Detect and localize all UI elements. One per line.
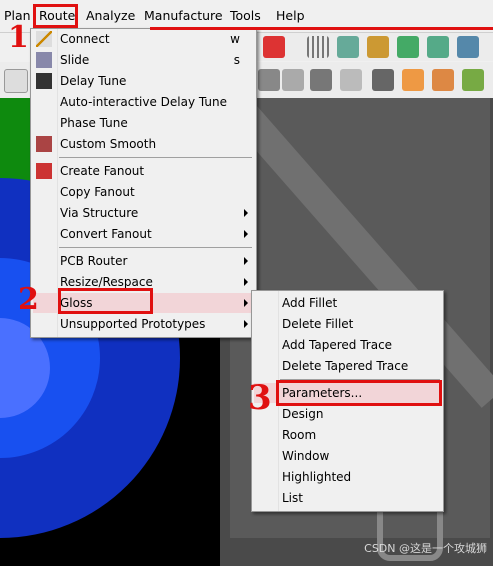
route-tool-icon[interactable] <box>258 69 280 91</box>
menu-item-convert-fanout[interactable]: Convert Fanout <box>33 224 254 244</box>
menu-item-delay-tune[interactable]: Delay Tune <box>33 71 254 91</box>
submenu-item-highlighted[interactable]: Highlighted <box>254 467 441 487</box>
submenu-arrow-icon <box>244 320 248 328</box>
grid-icon[interactable] <box>307 36 329 58</box>
annotation-box-route <box>33 4 78 28</box>
menu-item-phase-tune[interactable]: Phase Tune <box>33 113 254 133</box>
step-number-3: 3 <box>248 378 272 418</box>
submenu-item-add-fillet[interactable]: Add Fillet <box>254 293 441 313</box>
menu-manufacture[interactable]: Manufacture <box>140 8 227 24</box>
custom-smooth-icon <box>36 136 52 152</box>
tape-icon[interactable] <box>310 69 332 91</box>
submenu-item-add-tapered-trace[interactable]: Add Tapered Trace <box>254 335 441 355</box>
delay-tune-icon <box>36 73 52 89</box>
submenu-arrow-icon <box>244 278 248 286</box>
connect-icon <box>36 31 52 47</box>
menu-item-pcb-router[interactable]: PCB Router <box>33 251 254 271</box>
toolbar-top <box>255 33 493 61</box>
dfa-icon[interactable] <box>457 36 479 58</box>
stack-icon[interactable] <box>427 36 449 58</box>
select-icon[interactable] <box>4 69 28 93</box>
separator <box>59 157 252 158</box>
submenu-arrow-icon <box>244 209 248 217</box>
menu-item-create-fanout[interactable]: Create Fanout <box>33 161 254 181</box>
palette-icon[interactable] <box>402 69 424 91</box>
menu-item-connect[interactable]: Connect w <box>33 29 254 49</box>
annotation-box-gloss <box>58 288 153 314</box>
annotation-line-top <box>150 27 493 32</box>
layers-icon[interactable] <box>462 69 484 91</box>
component-icon[interactable] <box>337 36 359 58</box>
menu-item-copy-fanout[interactable]: Copy Fanout <box>33 182 254 202</box>
submenu-arrow-icon <box>244 230 248 238</box>
submenu-item-delete-tapered-trace[interactable]: Delete Tapered Trace <box>254 356 441 376</box>
submenu-item-room[interactable]: Room <box>254 425 441 445</box>
menu-analyze[interactable]: Analyze <box>82 8 139 24</box>
submenu-arrow-icon <box>244 299 248 307</box>
align-icon[interactable] <box>282 69 304 91</box>
menu-item-unsupported-prototypes[interactable]: Unsupported Prototypes <box>33 314 254 334</box>
pad-icon[interactable] <box>432 69 454 91</box>
step-number-1: 1 <box>8 20 29 55</box>
slide-icon <box>36 52 52 68</box>
submenu-item-design[interactable]: Design <box>254 404 441 424</box>
submenu-item-delete-fillet[interactable]: Delete Fillet <box>254 314 441 334</box>
menu-item-slide[interactable]: Slide s <box>33 50 254 70</box>
place-icon[interactable] <box>367 36 389 58</box>
net-icon[interactable] <box>397 36 419 58</box>
ref-icon[interactable] <box>340 69 362 91</box>
submenu-arrow-icon <box>244 257 248 265</box>
annotation-box-parameters <box>276 380 442 406</box>
menu-item-auto-delay-tune[interactable]: Auto-interactive Delay Tune <box>33 92 254 112</box>
step-number-2: 2 <box>18 282 39 317</box>
menu-item-custom-smooth[interactable]: Custom Smooth <box>33 134 254 154</box>
camera-icon[interactable] <box>372 69 394 91</box>
submenu-item-window[interactable]: Window <box>254 446 441 466</box>
separator <box>59 247 252 248</box>
menu-help[interactable]: Help <box>272 8 309 24</box>
menu-tools[interactable]: Tools <box>226 8 265 24</box>
watermark: CSDN @这是一个攻城狮 <box>364 542 487 555</box>
create-fanout-icon <box>36 163 52 179</box>
menu-item-via-structure[interactable]: Via Structure <box>33 203 254 223</box>
submenu-item-list[interactable]: List <box>254 488 441 508</box>
flip-icon[interactable] <box>263 36 285 58</box>
